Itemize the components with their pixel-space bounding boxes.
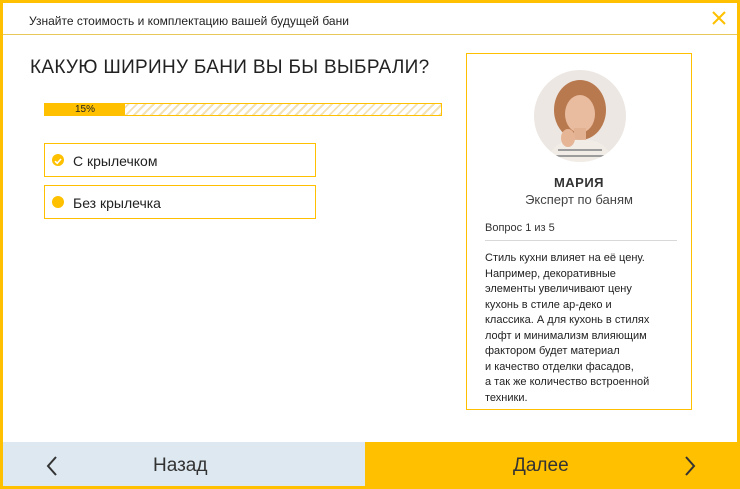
expert-role: Эксперт по баням [525, 192, 633, 207]
progress-label: 15% [74, 104, 95, 115]
close-icon[interactable] [709, 8, 729, 28]
question-counter: Вопрос 1 из 5 [485, 222, 555, 234]
divider [485, 240, 677, 241]
modal-title: Узнайте стоимость и комплектацию вашей б… [29, 14, 349, 28]
tip-line: Например, декоративные [485, 267, 616, 280]
tip-line: лофт и минимализм влияющим [485, 329, 647, 342]
tip-line: кухонь в стиле ар-деко и [485, 298, 612, 311]
tip-line: фактором будет материал [485, 345, 620, 357]
option-label: С крылечком [73, 153, 158, 169]
expert-name: МАРИЯ [553, 175, 605, 190]
checked-icon [52, 154, 64, 166]
next-button-label: Далее [513, 455, 569, 476]
tip-line: Стиль кухни влияет на её цену. [485, 252, 645, 264]
tip-line: а так же количество встроенной [485, 376, 650, 388]
tip-line: и качество отделки фасадов, [485, 360, 634, 373]
radio-dot-icon [52, 196, 64, 208]
tip-line: техники. [485, 391, 528, 404]
back-button-label: Назад [153, 455, 208, 476]
tip-line: элементы увеличивают цену [485, 283, 632, 295]
option-label: Без крылечка [73, 195, 161, 211]
option-with-porch[interactable]: С крылечком [44, 143, 316, 177]
tip-line: классика. А для кухонь в стилях [485, 314, 650, 326]
avatar [534, 70, 626, 162]
modal-header: Узнайте стоимость и комплектацию вашей б… [3, 3, 737, 35]
progress-bar: 15% [44, 103, 442, 116]
chevron-left-icon [45, 455, 59, 477]
quiz-modal: Узнайте стоимость и комплектацию вашей б… [0, 0, 740, 489]
chevron-right-icon [683, 455, 697, 477]
back-button[interactable]: Назад [3, 442, 365, 486]
expert-card: МАРИЯ Эксперт по баням Вопрос 1 из 5 Сти… [466, 53, 692, 410]
option-without-porch[interactable]: Без крылечка [44, 185, 316, 219]
next-button[interactable]: Далее [365, 442, 737, 486]
question-title: КАКУЮ ШИРИНУ БАНИ ВЫ БЫ ВЫБРАЛИ? [30, 57, 430, 78]
expert-tip: Стиль кухни влияет на её цену. Например,… [485, 251, 685, 406]
